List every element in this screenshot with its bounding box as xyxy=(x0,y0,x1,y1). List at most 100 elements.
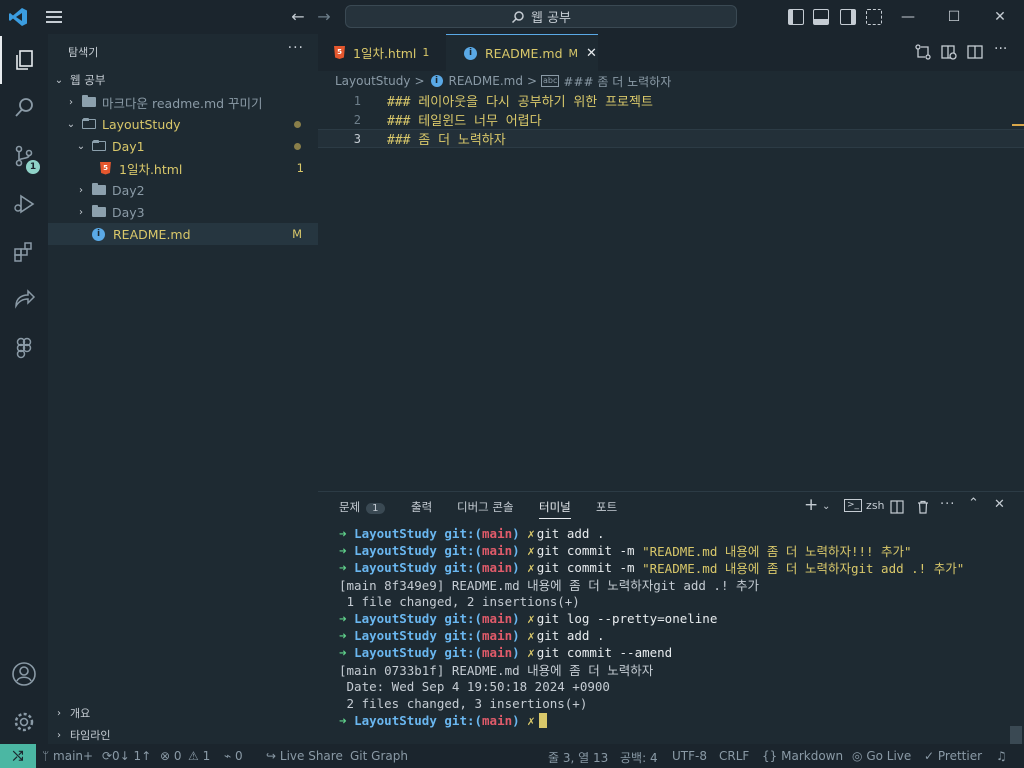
branch-indicator[interactable]: ᛘ main+ xyxy=(42,749,93,763)
more-actions-icon[interactable]: ··· xyxy=(994,41,1012,57)
tree-item-readme[interactable]: i README.md M xyxy=(48,223,318,245)
account-icon[interactable] xyxy=(0,650,48,698)
notifications-bell-icon[interactable]: ♫ xyxy=(996,749,1007,763)
forward-arrow-icon[interactable]: → xyxy=(314,7,334,26)
timeline-label: 타임라인 xyxy=(70,729,111,742)
split-editor-icon[interactable] xyxy=(966,44,984,60)
end-of-line[interactable]: CRLF xyxy=(719,749,749,763)
tree-item-label: 마크다운 readme.md 꾸미기 xyxy=(102,95,263,111)
terminal-scrollbar[interactable] xyxy=(1010,726,1022,744)
breadcrumb-symbol[interactable]: ### 좀 더 노력하자 xyxy=(563,73,671,90)
terminal-line: ➜ LayoutStudy git:(main) ✗ git commit -m … xyxy=(339,543,912,559)
breadcrumb-file[interactable]: README.md xyxy=(449,74,523,88)
tree-item-layoutstudy[interactable]: ⌄ LayoutStudy xyxy=(48,113,318,135)
go-live-label: Go Live xyxy=(866,749,912,763)
remote-indicator-icon[interactable]: ⤭ xyxy=(0,744,36,768)
encoding[interactable]: UTF-8 xyxy=(672,749,707,763)
line-text: 테일윈드 너무 어렵다 xyxy=(410,114,542,129)
close-panel-icon[interactable]: ✕ xyxy=(994,497,1005,512)
terminal-line: Date: Wed Sep 4 19:50:18 2024 +0900 xyxy=(339,679,610,694)
panel-tab-ports[interactable]: 포트 xyxy=(596,499,617,519)
trash-icon[interactable] xyxy=(916,500,930,514)
close-tab-icon[interactable]: ✕ xyxy=(586,46,597,61)
ports-count[interactable]: ⌁ 0 xyxy=(224,749,243,763)
terminal-cursor xyxy=(538,713,547,728)
editor-line[interactable]: 2 ### 테일윈드 너무 어렵다 xyxy=(318,110,1024,130)
folder-open-icon xyxy=(82,118,96,129)
outline-label: 개요 xyxy=(70,707,91,720)
panel-tab-debug-console[interactable]: 디버그 콘솔 xyxy=(457,499,514,519)
search-icon[interactable] xyxy=(0,84,48,132)
terminal-icon: >_ xyxy=(844,499,863,512)
folder-icon xyxy=(92,205,106,217)
source-control-icon[interactable]: 1 xyxy=(0,132,48,180)
menu-icon[interactable] xyxy=(44,8,64,26)
error-count[interactable]: ⊗ 0 xyxy=(160,749,182,763)
html5-icon: 5 xyxy=(334,46,345,59)
tree-item-day3[interactable]: › Day3 xyxy=(48,201,318,223)
split-terminal-icon[interactable] xyxy=(890,500,904,514)
editor-line-current[interactable]: 3 ### 좀 더 노력하자 xyxy=(318,129,1024,148)
prettier-status[interactable]: ✓ Prettier xyxy=(924,749,982,763)
toggle-panel-icon[interactable] xyxy=(813,9,829,25)
tab-readme[interactable]: i README.md M ✕ xyxy=(446,34,598,71)
breadcrumb-separator: > xyxy=(526,74,538,88)
outline-section[interactable]: › 개요 xyxy=(48,702,318,724)
tree-item-label: README.md xyxy=(113,226,191,242)
panel-tab-terminal[interactable]: 터미널 xyxy=(539,499,571,519)
workspace-root[interactable]: ⌄ 웹 공부 xyxy=(48,69,318,91)
manage-gear-icon[interactable] xyxy=(0,698,48,746)
code-editor[interactable]: 1 ### 레이아웃을 다시 공부하기 위한 프로젝트 2 ### 테일윈드 너… xyxy=(318,91,1024,491)
terminal-shell-selector[interactable]: >_ zsh xyxy=(844,499,885,512)
tree-item-day1[interactable]: ⌄ Day1 xyxy=(48,135,318,157)
tab-label: README.md xyxy=(485,45,563,61)
run-debug-icon[interactable] xyxy=(0,180,48,228)
terminal-line: [main 0733b1f] README.md 내용에 좀 더 노력하자 xyxy=(339,663,654,678)
explorer-icon[interactable] xyxy=(0,36,48,84)
tree-item-day2[interactable]: › Day2 xyxy=(48,179,318,201)
figma-icon[interactable] xyxy=(0,324,48,372)
back-arrow-icon[interactable]: ← xyxy=(288,7,308,26)
close-window-button[interactable]: ✕ xyxy=(989,6,1011,28)
maximize-panel-icon[interactable]: ⌃ xyxy=(968,496,979,511)
new-terminal-button[interactable]: + xyxy=(804,495,818,515)
git-graph-button[interactable]: Git Graph xyxy=(350,749,408,763)
terminal-output[interactable]: ➜ LayoutStudy git:(main) ✗ git add . ➜ Lay… xyxy=(339,525,1019,729)
prettier-label: Prettier xyxy=(937,749,983,763)
chevron-down-icon[interactable]: ⌄ xyxy=(822,501,830,512)
open-preview-icon[interactable] xyxy=(940,44,958,60)
go-live-button[interactable]: ◎ Go Live xyxy=(852,749,911,763)
maximize-button[interactable]: ☐ xyxy=(943,6,965,28)
tree-item-1day-html[interactable]: 5 1일차.html 1 xyxy=(48,157,318,179)
modified-badge: M xyxy=(292,227,302,241)
line-number: 3 xyxy=(353,131,361,146)
more-actions-icon[interactable]: ··· xyxy=(940,497,955,512)
open-changes-icon[interactable] xyxy=(914,44,932,60)
extensions-icon[interactable] xyxy=(0,228,48,276)
panel-tab-problems[interactable]: 문제 1 xyxy=(339,499,385,519)
folder-open-icon xyxy=(92,140,106,151)
panel-tab-output[interactable]: 출력 xyxy=(411,499,432,519)
more-actions-icon[interactable]: ··· xyxy=(288,40,304,56)
terminal-line: ➜ LayoutStudy git:(main) ✗ git commit -m … xyxy=(339,560,965,576)
editor-line[interactable]: 1 ### 레이아웃을 다시 공부하기 위한 프로젝트 xyxy=(318,91,1024,111)
toggle-secondary-sidebar-icon[interactable] xyxy=(840,9,856,25)
tree-item-markdown-folder[interactable]: › 마크다운 readme.md 꾸미기 xyxy=(48,91,318,113)
language-mode[interactable]: {} Markdown xyxy=(762,749,843,763)
terminal-line: ➜ LayoutStudy git:(main) ✗ git log --pret… xyxy=(339,611,718,626)
live-share-status[interactable]: ↪ Live Share xyxy=(266,749,343,763)
cursor-position[interactable]: 줄 3, 열 13 xyxy=(548,749,608,766)
timeline-section[interactable]: › 타임라인 xyxy=(48,724,318,746)
sync-status[interactable]: ⟳0↓ 1↑ xyxy=(102,749,151,763)
toggle-sidebar-icon[interactable] xyxy=(788,9,804,25)
language-label: Markdown xyxy=(781,749,844,763)
live-share-icon[interactable] xyxy=(0,276,48,324)
breadcrumb-folder[interactable]: LayoutStudy xyxy=(335,74,410,88)
warning-count[interactable]: ⚠ 1 xyxy=(188,749,210,763)
tab-1day-html[interactable]: 5 1일차.html 1 xyxy=(318,34,446,71)
indentation[interactable]: 공백: 4 xyxy=(620,749,658,766)
minimize-button[interactable]: — xyxy=(897,6,919,28)
broadcast-icon: ◎ xyxy=(852,749,863,763)
command-center-search[interactable]: 웹 공부 xyxy=(345,5,737,28)
customize-layout-icon[interactable] xyxy=(866,9,882,25)
